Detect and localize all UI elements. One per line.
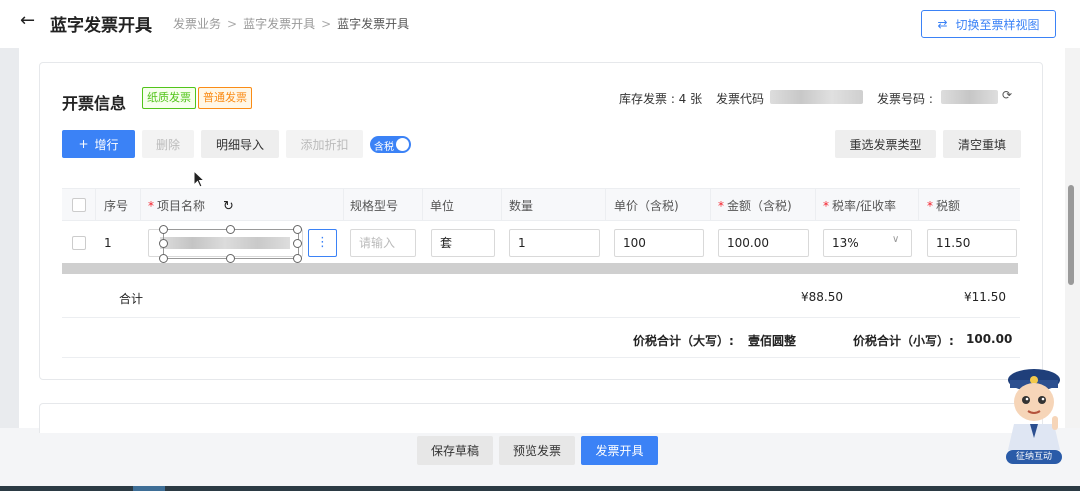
subtotal-row xyxy=(62,274,1020,318)
tax-amount-input[interactable]: 11.50 xyxy=(927,229,1017,257)
resize-handle[interactable] xyxy=(159,225,168,234)
page-title: 蓝字发票开具 xyxy=(50,16,152,36)
column-divider xyxy=(422,188,423,221)
arrow-left-icon[interactable]: ← xyxy=(20,10,35,31)
more-vertical-icon[interactable]: ⋮ xyxy=(308,229,337,257)
column-header-unit: 单位 xyxy=(430,199,455,213)
save-draft-button[interactable]: 保存草稿 xyxy=(417,436,493,465)
amount-input[interactable]: 100.00 xyxy=(718,229,809,257)
total-lower-label: 价税合计（小写）: xyxy=(853,334,954,348)
column-divider xyxy=(343,188,344,221)
breadcrumb-item-invoice-business[interactable]: 发票业务 xyxy=(173,17,221,31)
subtotal-amount: ¥88.50 xyxy=(801,290,843,304)
invoice-number-label: 发票号码 : xyxy=(877,92,933,106)
select-all-checkbox[interactable] xyxy=(72,198,86,212)
total-upper-value: 壹佰圆整 xyxy=(748,334,797,348)
subtotal-tax: ¥11.50 xyxy=(964,290,1006,304)
breadcrumb-item-blue-invoice[interactable]: 蓝字发票开具 xyxy=(243,17,315,31)
resize-handle[interactable] xyxy=(226,254,235,263)
reselect-type-button[interactable]: 重选发票类型 xyxy=(835,130,936,158)
column-header-item-name: * 项目名称 xyxy=(148,199,206,213)
preview-invoice-button[interactable]: 预览发票 xyxy=(499,436,575,465)
column-divider xyxy=(140,188,141,221)
column-header-spec: 规格型号 xyxy=(350,199,399,213)
breadcrumb-item-current: 蓝字发票开具 xyxy=(337,17,410,31)
breadcrumb-separator: > xyxy=(321,17,332,31)
header-bar xyxy=(0,0,1080,48)
unit-input[interactable]: 套 xyxy=(431,229,495,257)
section-title: 开票信息 xyxy=(62,94,127,113)
add-row-label: 增行 xyxy=(94,137,119,152)
invoice-number-value-redacted xyxy=(941,90,998,104)
column-header-quantity: 数量 xyxy=(509,199,534,213)
stock-info: 库存发票 : 4 张 xyxy=(619,92,703,106)
import-detail-button[interactable]: 明细导入 xyxy=(201,130,279,158)
column-divider xyxy=(710,188,711,221)
invoice-code-label: 发票代码 xyxy=(716,92,765,106)
assistant-label[interactable]: 征纳互动 xyxy=(1006,450,1062,464)
tax-inclusive-toggle[interactable]: 含税 xyxy=(370,136,411,153)
horizontal-scrollbar[interactable] xyxy=(62,263,1018,274)
rotate-icon[interactable]: ↻ xyxy=(223,199,234,214)
column-divider xyxy=(815,188,816,221)
chevron-down-icon: ∨ xyxy=(892,234,900,245)
delete-button[interactable]: 删除 xyxy=(142,130,194,158)
next-section-card xyxy=(39,403,1043,433)
tax-inclusive-label: 含税 xyxy=(374,142,394,153)
column-header-amount: * 金额（含税) xyxy=(718,199,792,213)
breadcrumb-separator: > xyxy=(227,17,238,31)
column-divider xyxy=(918,188,919,221)
column-header-index: 序号 xyxy=(104,199,129,213)
column-divider xyxy=(501,188,502,221)
column-header-tax-rate: * 税率/征收率 xyxy=(823,199,897,213)
left-gutter xyxy=(0,48,19,428)
scrollbar-thumb[interactable] xyxy=(1068,185,1074,285)
unit-price-input[interactable]: 100 xyxy=(614,229,704,257)
breadcrumb: 发票业务 > 蓝字发票开具 > 蓝字发票开具 xyxy=(173,15,409,32)
resize-handle[interactable] xyxy=(293,254,302,263)
taskbar-active-item[interactable] xyxy=(133,486,165,491)
column-divider xyxy=(95,188,96,221)
resize-handle[interactable] xyxy=(159,239,168,248)
column-header-tax-amount: * 税额 xyxy=(927,199,961,213)
column-divider xyxy=(605,188,606,221)
resize-handle[interactable] xyxy=(293,225,302,234)
resize-handle[interactable] xyxy=(293,239,302,248)
switch-view-label: 切换至票样视图 xyxy=(955,17,1040,32)
swap-icon: ⇄ xyxy=(937,17,948,31)
subtotal-label: 合计 xyxy=(119,292,144,306)
spec-input[interactable]: 请输入 xyxy=(350,229,416,257)
toggle-knob xyxy=(396,138,409,151)
total-upper-label: 价税合计（大写）: xyxy=(633,334,734,348)
normal-invoice-tag: 普通发票 xyxy=(198,87,252,109)
add-row-button[interactable]: + 增行 xyxy=(62,130,135,158)
row-index: 1 xyxy=(104,236,112,250)
switch-view-button[interactable]: ⇄ 切换至票样视图 xyxy=(921,10,1056,38)
issue-invoice-button[interactable]: 发票开具 xyxy=(581,436,658,465)
quantity-input[interactable]: 1 xyxy=(509,229,600,257)
invoice-code-value-redacted xyxy=(770,90,863,104)
paper-invoice-tag: 纸质发票 xyxy=(142,87,196,109)
mouse-cursor-icon xyxy=(193,170,205,188)
total-lower-value: 100.00 xyxy=(966,332,1013,346)
resize-handle[interactable] xyxy=(159,254,168,263)
resize-handle[interactable] xyxy=(226,225,235,234)
clear-refill-button[interactable]: 清空重填 xyxy=(943,130,1021,158)
add-discount-button[interactable]: 添加折扣 xyxy=(286,130,363,158)
refresh-icon[interactable]: ⟳ xyxy=(1002,88,1012,102)
column-header-unit-price: 单价（含税) xyxy=(614,199,679,213)
plus-icon: + xyxy=(78,137,89,151)
row-checkbox[interactable] xyxy=(72,236,86,250)
